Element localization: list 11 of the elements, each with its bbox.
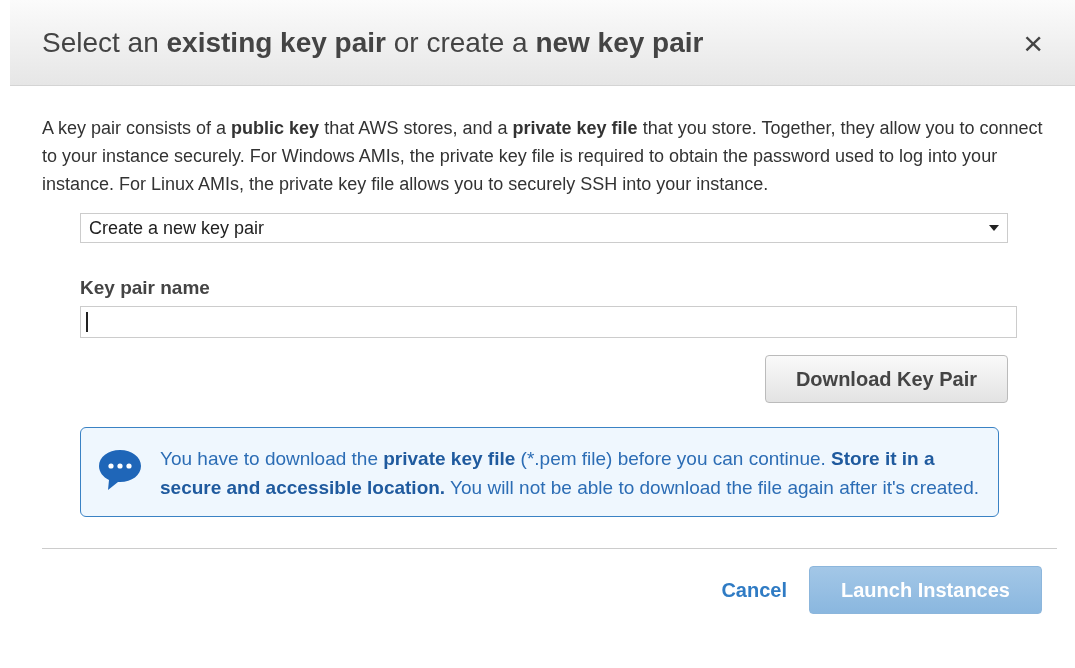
description-text: A key pair consists of a public key that AWS stores, and a private key file that you store. Together, they allow you to connect to your instance securely. For Windows AMIs, the private key file is required to obtain the password used to log into your instance. For Linux AMIs, the private key file allows you to securely SSH into your instance. [42,117,1044,196]
dropdown-caret-icon [989,225,999,231]
download-button[interactable]: Download Key Pair [765,355,1008,403]
info-text: You have to download the private key file (*.pem file) before you can continue. Store it in a secure and accessible location. You will not be able to download the file again after it's created. [160,447,980,500]
key-pair-name-field[interactable] [80,306,1017,338]
field-label: Key pair name [80,277,211,299]
cancel-button[interactable]: Cancel [721,578,787,602]
dialog-title: Select an existing key pair or create a new key pair [42,26,704,59]
close-button[interactable]: × [1019,25,1047,60]
key-pair-select[interactable]: Create a new key pair [80,213,1008,243]
chat-bubble-icon [97,448,143,492]
